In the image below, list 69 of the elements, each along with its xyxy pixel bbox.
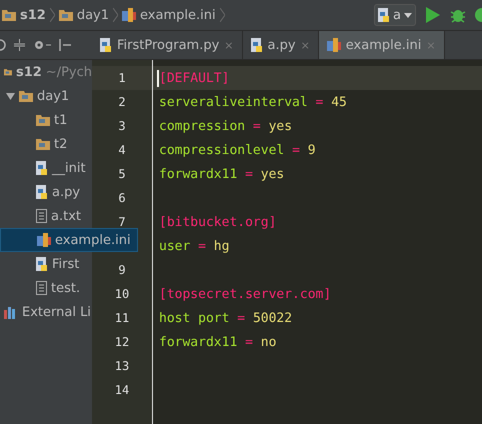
code-line: compressionlevel = 9: [159, 142, 316, 158]
settings-icon[interactable]: [33, 39, 51, 51]
line-number: 9: [117, 262, 127, 279]
library-icon: [4, 306, 18, 318]
folder-icon: [19, 90, 33, 102]
tree-item[interactable]: a.py: [0, 180, 92, 204]
breadcrumb-item[interactable]: s12: [2, 8, 46, 22]
collapse-icon[interactable]: [14, 39, 25, 51]
line-number: 5: [117, 166, 127, 183]
hide-panel-icon[interactable]: [59, 39, 71, 51]
code-line: host port = 50022: [159, 310, 292, 326]
line-number: 6: [117, 190, 127, 207]
python-file-icon: [250, 38, 263, 52]
tree-item[interactable]: t1: [0, 108, 92, 132]
tree-item[interactable]: First: [0, 252, 92, 276]
line-number: 12: [114, 334, 130, 351]
code-line: serveraliveinterval = 45: [159, 94, 347, 110]
tree-item[interactable]: External Li: [0, 300, 92, 324]
python-file-icon: [100, 38, 112, 52]
caret-down-icon[interactable]: [404, 12, 412, 18]
settings-file-icon: [122, 8, 136, 22]
caret-down-icon[interactable]: [6, 92, 15, 100]
code-line: [DEFAULT]: [159, 70, 230, 86]
text-file-icon: [36, 209, 47, 223]
tree-item[interactable]: __init: [0, 156, 92, 180]
code-line: [bitbucket.org]: [159, 214, 276, 230]
tree-item[interactable]: t2: [0, 132, 92, 156]
editor-tab[interactable]: example.ini ×: [318, 31, 445, 59]
breadcrumb-item[interactable]: example.ini: [122, 8, 216, 22]
tree-item[interactable]: s12 ~/Pych: [0, 60, 92, 84]
folder-icon: [58, 9, 73, 21]
code-line: compression = yes: [159, 118, 292, 134]
bug-icon[interactable]: [450, 7, 466, 23]
python-file-icon: [36, 184, 48, 200]
line-number: 4: [117, 142, 127, 159]
settings-file-icon: [37, 233, 51, 247]
line-number: 11: [114, 310, 130, 327]
code-line: forwardx11 = yes: [159, 166, 284, 182]
tree-item[interactable]: a.txt: [0, 204, 92, 228]
line-number: 1: [92, 66, 152, 90]
run-config-dropdown[interactable]: a: [374, 4, 416, 26]
chevron-icon: [50, 8, 55, 22]
chevron-icon: [113, 8, 118, 22]
folder-icon: [36, 114, 50, 126]
code-line: user = hg: [159, 238, 230, 254]
python-file-icon: [36, 160, 48, 176]
breadcrumb-item[interactable]: day1: [58, 8, 110, 22]
text-file-icon: [36, 281, 47, 295]
line-number: 13: [114, 358, 130, 375]
code-line: forwardx11 = no: [159, 334, 276, 350]
python-file-icon: [36, 256, 48, 272]
line-number: 7: [117, 214, 127, 231]
text-cursor: [157, 70, 159, 86]
folder-icon: [2, 9, 16, 21]
line-number: 10: [114, 286, 130, 303]
folder-icon: [36, 138, 50, 150]
folder-icon: [4, 66, 12, 78]
chevron-icon: [220, 8, 225, 22]
line-number: 3: [117, 118, 127, 135]
line-number: 14: [114, 382, 130, 399]
settings-file-icon: [326, 38, 341, 52]
run-icon[interactable]: [426, 7, 440, 23]
line-number: 2: [117, 94, 127, 111]
tree-item[interactable]: example.ini: [0, 228, 138, 252]
tree-item[interactable]: day1: [0, 84, 92, 108]
editor-tab[interactable]: a.py ×: [242, 31, 319, 59]
python-file-icon: [378, 8, 390, 22]
tree-item[interactable]: test.: [0, 276, 92, 300]
code-line: [topsecret.server.com]: [159, 286, 332, 302]
